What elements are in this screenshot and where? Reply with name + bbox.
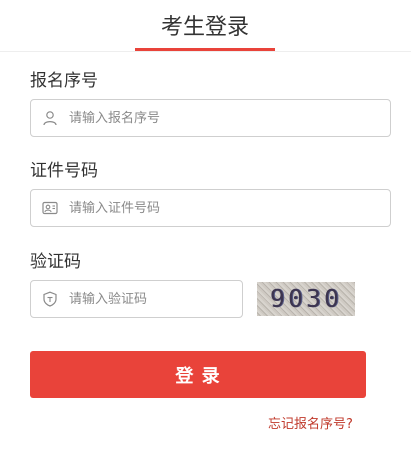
login-page: 考生登录 报名序号 证件号码 验证码 9030 登 bbox=[0, 0, 411, 449]
registration-number-input[interactable] bbox=[69, 100, 369, 136]
id-card-icon bbox=[42, 201, 58, 215]
title-underline bbox=[135, 48, 275, 51]
shield-icon bbox=[43, 291, 57, 307]
captcha-field[interactable] bbox=[30, 280, 243, 318]
captcha-input[interactable] bbox=[69, 281, 234, 317]
captcha-image[interactable]: 9030 bbox=[257, 282, 355, 316]
user-icon bbox=[43, 111, 57, 126]
id-number-label: 证件号码 bbox=[30, 161, 98, 181]
registration-number-field[interactable] bbox=[30, 99, 391, 137]
captcha-label: 验证码 bbox=[30, 252, 81, 272]
header: 考生登录 bbox=[0, 0, 411, 52]
id-number-input[interactable] bbox=[69, 190, 369, 226]
registration-number-label: 报名序号 bbox=[30, 71, 98, 91]
login-button[interactable]: 登 录 bbox=[30, 351, 366, 398]
page-title: 考生登录 bbox=[160, 15, 249, 40]
captcha-text: 9030 bbox=[269, 284, 343, 313]
id-number-field[interactable] bbox=[30, 189, 391, 227]
forgot-registration-number-link[interactable]: 忘记报名序号? bbox=[268, 416, 353, 434]
